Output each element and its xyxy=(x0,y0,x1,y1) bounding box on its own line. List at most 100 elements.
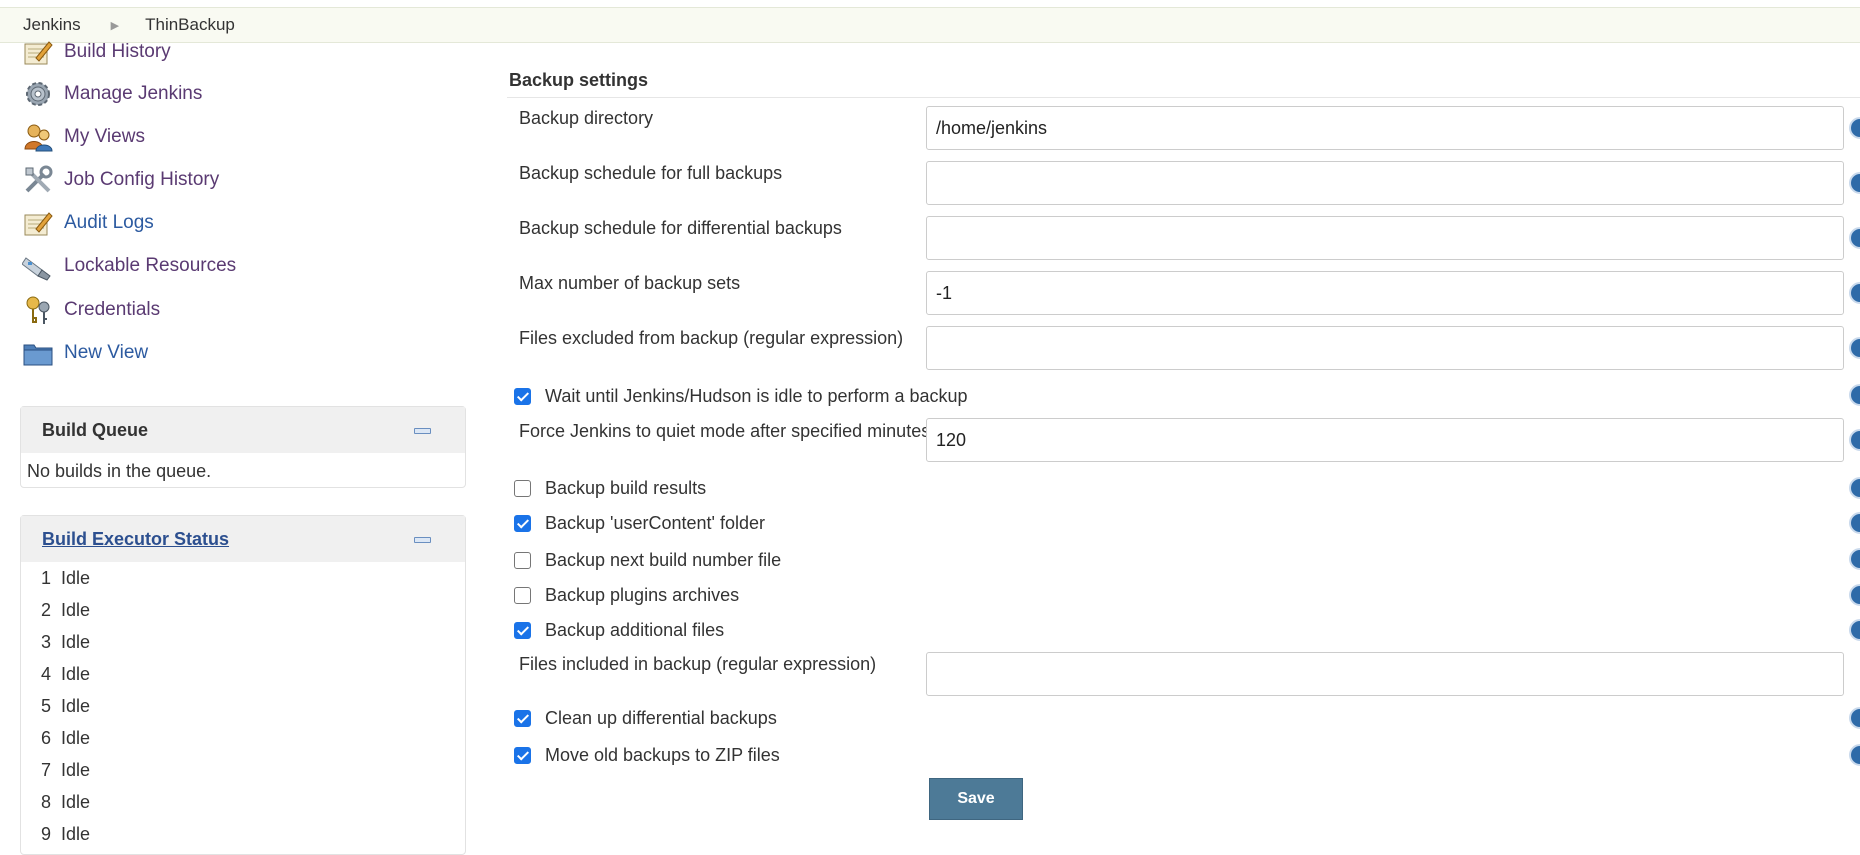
quiet-mode-input[interactable]: 120 xyxy=(926,418,1844,462)
excluded-label: Files excluded from backup (regular expr… xyxy=(519,328,904,348)
collapse-icon[interactable] xyxy=(414,428,431,434)
help-icon[interactable] xyxy=(1849,227,1860,249)
pane-header: Build Executor Status xyxy=(21,516,465,562)
cleanup-diff-option[interactable]: Clean up differential backups xyxy=(514,706,777,730)
sidebar-item-label: Audit Logs xyxy=(64,212,154,233)
plugins-archives-option[interactable]: Backup plugins archives xyxy=(514,583,739,607)
executor-number: 2 xyxy=(40,599,51,620)
breadcrumb-item-thinbackup[interactable]: ThinBackup xyxy=(145,15,235,35)
chevron-right-icon: ▶ xyxy=(110,19,120,32)
next-build-number-option[interactable]: Backup next build number file xyxy=(514,548,781,572)
notepad-icon xyxy=(22,207,54,239)
help-icon[interactable] xyxy=(1849,744,1860,766)
executor-row: 4 Idle xyxy=(21,658,465,690)
collapse-icon[interactable] xyxy=(414,537,431,543)
help-icon[interactable] xyxy=(1849,584,1860,606)
help-icon[interactable] xyxy=(1849,429,1860,451)
excluded-input[interactable] xyxy=(926,326,1844,370)
help-icon[interactable] xyxy=(1849,477,1860,499)
breadcrumb-item-jenkins[interactable]: Jenkins xyxy=(23,15,81,35)
executor-status: Idle xyxy=(61,759,91,780)
next-build-number-checkbox[interactable] xyxy=(514,551,531,569)
executor-status-link[interactable]: Build Executor Status xyxy=(42,529,229,550)
executor-row: 3 Idle xyxy=(21,626,465,658)
sidebar-item-lockable-resources[interactable]: Lockable Resources xyxy=(22,248,236,284)
sidebar-item-my-views[interactable]: My Views xyxy=(22,119,145,155)
executor-number: 6 xyxy=(40,727,51,748)
build-queue-message: No builds in the queue. xyxy=(27,461,212,481)
wait-idle-option[interactable]: Wait until Jenkins/Hudson is idle to per… xyxy=(514,384,968,408)
help-icon[interactable] xyxy=(1849,384,1860,406)
help-icon[interactable] xyxy=(1849,512,1860,534)
full-schedule-input[interactable] xyxy=(926,161,1844,205)
help-icon[interactable] xyxy=(1849,337,1860,359)
help-icon[interactable] xyxy=(1849,548,1860,570)
executor-number: 7 xyxy=(40,759,51,780)
quiet-mode-label: Force Jenkins to quiet mode after specif… xyxy=(519,421,931,441)
executor-status: Idle xyxy=(61,599,91,620)
help-icon[interactable] xyxy=(1849,172,1860,194)
included-label: Files included in backup (regular expres… xyxy=(519,654,877,674)
plugins-archives-checkbox[interactable] xyxy=(514,586,531,604)
sidebar-item-label: Job Config History xyxy=(64,169,220,190)
max-sets-input[interactable]: -1 xyxy=(926,271,1844,315)
additional-files-label: Backup additional files xyxy=(545,619,725,640)
sidebar-item-label: Build History xyxy=(64,41,171,62)
section-title: Backup settings xyxy=(509,70,649,90)
sidebar-item-build-history[interactable]: Build History xyxy=(22,34,171,70)
move-zip-label: Move old backups to ZIP files xyxy=(545,744,780,765)
wait-idle-checkbox[interactable] xyxy=(514,387,531,405)
sidebar-item-label: New View xyxy=(64,342,149,363)
move-zip-checkbox[interactable] xyxy=(514,746,531,764)
executor-status: Idle xyxy=(61,823,91,844)
executor-status: Idle xyxy=(61,791,91,812)
tools-icon xyxy=(22,164,54,196)
executor-row: 6 Idle xyxy=(21,722,465,754)
executor-number: 4 xyxy=(40,663,51,684)
sidebar-item-label: My Views xyxy=(64,126,145,147)
help-icon[interactable] xyxy=(1849,619,1860,641)
sidebar-item-job-config-history[interactable]: Job Config History xyxy=(22,162,219,198)
save-button[interactable]: Save xyxy=(929,778,1023,820)
help-icon[interactable] xyxy=(1849,117,1860,139)
build-results-label: Backup build results xyxy=(545,477,707,498)
executor-number: 8 xyxy=(40,791,51,812)
build-results-option[interactable]: Backup build results xyxy=(514,476,706,500)
next-build-number-label: Backup next build number file xyxy=(545,549,782,570)
executor-list: 1 Idle 2 Idle 3 Idle 4 Idle 5 Idle 6 Idle 7 Idl… xyxy=(21,562,465,850)
sidebar-item-manage-jenkins[interactable]: Manage Jenkins xyxy=(22,76,202,112)
executor-status: Idle xyxy=(61,695,91,716)
executor-number: 5 xyxy=(40,695,51,716)
build-results-checkbox[interactable] xyxy=(514,479,531,497)
plugins-archives-label: Backup plugins archives xyxy=(545,584,740,605)
executor-number: 1 xyxy=(40,567,51,588)
max-sets-label: Max number of backup sets xyxy=(519,273,741,293)
usb-drive-icon xyxy=(22,250,54,282)
sidebar-item-audit-logs[interactable]: Audit Logs xyxy=(22,205,154,241)
help-icon[interactable] xyxy=(1849,707,1860,729)
executor-row: 9 Idle xyxy=(21,818,465,850)
executor-row: 8 Idle xyxy=(21,786,465,818)
additional-files-option[interactable]: Backup additional files xyxy=(514,618,724,642)
sidebar-item-credentials[interactable]: Credentials xyxy=(22,292,160,328)
executor-status: Idle xyxy=(61,727,91,748)
diff-schedule-input[interactable] xyxy=(926,216,1844,260)
move-zip-option[interactable]: Move old backups to ZIP files xyxy=(514,743,780,767)
backup-directory-input[interactable]: /home/jenkins xyxy=(926,106,1844,150)
included-input[interactable] xyxy=(926,652,1844,696)
additional-files-checkbox[interactable] xyxy=(514,621,531,639)
executor-number: 3 xyxy=(40,631,51,652)
executor-status: Idle xyxy=(61,631,91,652)
user-content-option[interactable]: Backup 'userContent' folder xyxy=(514,511,765,535)
breadcrumb: Jenkins ▶ ThinBackup xyxy=(0,7,1860,43)
folder-icon xyxy=(22,337,54,369)
pane-header: Build Queue xyxy=(21,407,465,453)
user-content-checkbox[interactable] xyxy=(514,514,531,532)
gear-icon xyxy=(22,78,54,110)
backup-directory-label: Backup directory xyxy=(519,108,654,128)
section-divider xyxy=(507,97,1860,98)
sidebar-item-new-view[interactable]: New View xyxy=(22,335,148,371)
executor-status: Idle xyxy=(61,567,91,588)
help-icon[interactable] xyxy=(1849,282,1860,304)
cleanup-diff-checkbox[interactable] xyxy=(514,709,531,727)
